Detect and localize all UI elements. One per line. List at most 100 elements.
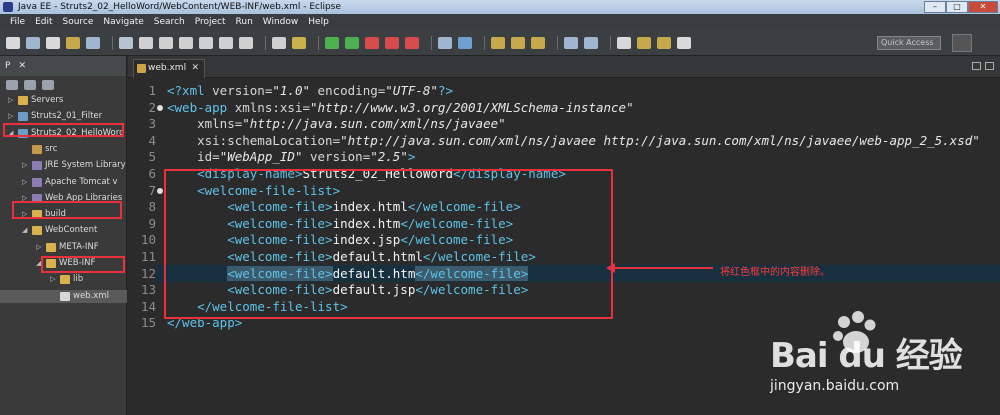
folder-icon [18,96,28,105]
maximize-view-icon[interactable] [985,62,994,70]
collapsed-arrow-icon[interactable]: ▷ [50,273,55,286]
toolbar-button-icon[interactable] [86,36,100,49]
close-button[interactable]: ✕ [968,1,998,13]
collapsed-arrow-icon[interactable]: ▷ [36,241,41,254]
tree-item-label: lib [73,274,84,285]
toolbar-button-icon[interactable] [6,36,20,49]
close-view-icon[interactable]: ✕ [18,61,26,71]
code-token: id= [167,149,220,165]
tree-item[interactable]: ▷ Struts2_01_Filter [0,110,127,123]
minimize-button[interactable]: – [924,1,946,13]
toolbar-button-icon[interactable] [491,36,505,49]
menu-search[interactable]: Search [149,17,190,27]
tree-item[interactable]: ▷ Apache Tomcat v [0,176,127,189]
toolbar-button-icon[interactable] [365,36,379,49]
tree-item[interactable]: ◢ WebContent [0,224,127,237]
toolbar-button-icon[interactable] [637,36,651,49]
minimize-view-icon[interactable] [972,62,981,70]
menu-edit[interactable]: Edit [30,17,57,27]
editor-view-controls [968,62,994,70]
expanded-arrow-icon[interactable]: ◢ [22,224,27,237]
fold-toggle-icon[interactable] [157,187,163,194]
perspective-icon[interactable] [952,34,972,52]
line-number: 4 [148,132,156,148]
view-menu-icon[interactable] [42,80,54,90]
line-number: 6 [148,166,156,181]
toolbar-button-icon[interactable] [531,36,545,49]
link-editor-icon[interactable] [24,80,36,90]
menu-project[interactable]: Project [190,17,231,27]
window-title: Java EE - Struts2_02_HelloWord/WebConten… [18,2,341,12]
menu-bar: File Edit Source Navigate Search Project… [0,14,1000,30]
toolbar-button-icon[interactable] [438,36,452,49]
xml-file-icon [60,291,70,301]
toolbar-button-icon[interactable] [66,36,80,49]
toolbar-button-icon[interactable] [584,36,598,49]
toolbar-button-icon[interactable] [405,36,419,49]
close-tab-icon[interactable]: ✕ [191,60,199,77]
collapse-all-icon[interactable] [6,80,18,90]
menu-help[interactable]: Help [303,17,334,27]
toolbar-button-icon[interactable] [179,36,193,49]
line-number: 14 [140,298,156,314]
fold-toggle-icon[interactable] [157,104,163,111]
toolbar-button-icon[interactable] [119,36,133,49]
highlight-box-webxml [41,256,125,273]
toolbar-button-icon[interactable] [385,36,399,49]
code-token: version= [302,149,371,165]
toolbar-button-icon[interactable] [272,36,286,49]
code-line[interactable]: <web-app xmlns:xsi="http://www.w3.org/20… [167,100,634,115]
toolbar-button-icon[interactable] [677,36,691,49]
toolbar-button-icon[interactable] [239,36,253,49]
toolbar-button-icon[interactable] [458,36,472,49]
menu-run[interactable]: Run [231,17,258,27]
toolbar-button-icon[interactable] [617,36,631,49]
maximize-button[interactable]: □ [946,1,968,13]
collapsed-arrow-icon[interactable]: ▷ [22,159,27,172]
toolbar-separator [265,35,266,50]
tree-item[interactable]: ▷ lib [0,273,127,286]
editor-tab-web-xml[interactable]: web.xml ✕ [133,59,205,78]
line-number: 12 [140,265,156,281]
toolbar-button-icon[interactable] [325,36,339,49]
tab-project-explorer[interactable]: P [5,61,10,71]
collapsed-arrow-icon[interactable]: ▷ [8,110,13,123]
tree-item[interactable]: ▷ JRE System Library [0,159,127,172]
menu-window[interactable]: Window [258,17,304,27]
toolbar-button-icon[interactable] [139,36,153,49]
tree-item[interactable]: src [0,143,127,156]
tree-item[interactable]: ▷ Servers [0,94,127,107]
code-token: version= [212,83,273,98]
tree-item[interactable]: web.xml [0,289,127,303]
eclipse-window: Java EE - Struts2_02_HelloWord/WebConten… [0,0,1000,415]
toolbar-button-icon[interactable] [26,36,40,49]
tree-item[interactable]: ▷ META-INF [0,241,127,254]
collapsed-arrow-icon[interactable]: ▷ [8,94,13,107]
code-token: <web-app [167,99,235,115]
toolbar-button-icon[interactable] [46,36,60,49]
toolbar-button-icon[interactable] [292,36,306,49]
toolbar-button-icon[interactable] [199,36,213,49]
toolbar-button-icon[interactable] [657,36,671,49]
editor-tab-label: web.xml [148,63,187,73]
toolbar-button-icon[interactable] [159,36,173,49]
code-token: "UTF-8" [385,83,438,98]
quick-access-input[interactable]: Quick Access [877,36,941,50]
code-line[interactable]: <?xml version="1.0" encoding="UTF-8"?> [167,83,453,98]
menu-navigate[interactable]: Navigate [98,17,148,27]
code-token: "http://www.w3.org/2001/XMLSchema-instan… [310,99,634,115]
xml-file-icon [137,64,146,73]
line-number: 1 [148,83,156,98]
code-token: ?> [437,83,454,98]
collapsed-arrow-icon[interactable]: ▷ [22,176,27,189]
toolbar-button-icon[interactable] [511,36,525,49]
code-line[interactable]: xmlns="http://java.sun.com/xml/ns/javaee… [167,116,506,131]
toolbar-button-icon[interactable] [345,36,359,49]
toolbar-button-icon[interactable] [219,36,233,49]
code-line[interactable]: xsi:schemaLocation="http://java.sun.com/… [167,133,980,148]
line-number: 8 [148,199,156,215]
toolbar-button-icon[interactable] [564,36,578,49]
menu-source[interactable]: Source [58,17,99,27]
code-line[interactable]: id="WebApp_ID" version="2.5"> [167,149,415,164]
menu-file[interactable]: File [5,17,30,27]
